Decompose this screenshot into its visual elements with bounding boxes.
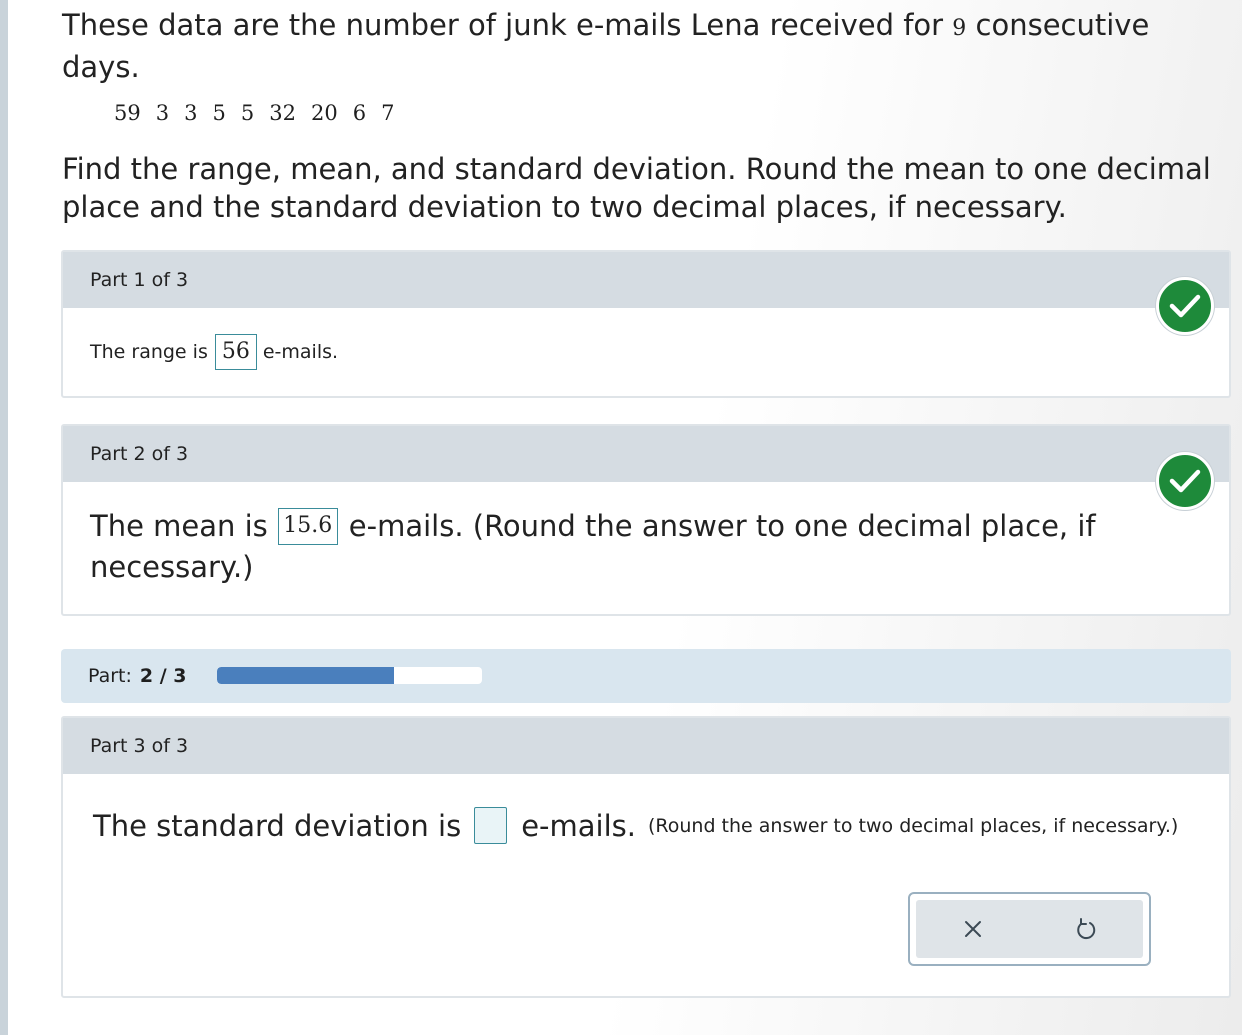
part-1-header: Part 1 of 3 — [63, 252, 1229, 308]
part-1-suffix: e-mails. — [262, 341, 339, 363]
part-2-check-icon — [1156, 452, 1214, 510]
part-2-card: Part 2 of 3 The mean is 15.6 e-mails. (R… — [61, 424, 1231, 616]
part-1-check-icon — [1156, 277, 1214, 335]
answer-tools-panel — [916, 900, 1143, 958]
part-3-prefix: The standard deviation is — [93, 808, 462, 843]
left-rail — [0, 0, 8, 1035]
part-2-body: The mean is 15.6 e-mails. (Round the ans… — [63, 482, 1229, 588]
data-value: 6 — [352, 101, 367, 125]
answer-tools — [908, 892, 1151, 966]
progress-fill — [217, 667, 394, 684]
data-value: 32 — [269, 101, 296, 125]
part-2-prefix: The mean is — [90, 509, 268, 543]
data-value: 3 — [155, 101, 170, 125]
data-value: 3 — [184, 101, 198, 125]
mean-answer-box[interactable]: 15.6 — [277, 508, 338, 545]
data-values: 59 3 3 5 5 32 20 6 7 — [114, 101, 409, 125]
range-answer-box[interactable]: 56 — [214, 334, 257, 370]
question-text-before: These data are the number of junk e-mail… — [62, 8, 944, 42]
part-1-prefix: The range is — [90, 341, 208, 363]
progress-value: 2 / 3 — [139, 665, 187, 687]
undo-icon[interactable] — [1066, 909, 1106, 949]
question-text: These data are the number of junk e-mail… — [62, 6, 1232, 86]
part-3-body: The standard deviation is e-mails. (Roun… — [63, 774, 1229, 844]
data-value: 7 — [381, 101, 395, 125]
part-3-suffix: e-mails. — [521, 808, 636, 843]
part-2-header: Part 2 of 3 — [63, 426, 1229, 482]
progress-label: Part: — [88, 665, 132, 687]
part-3-note: (Round the answer to two decimal places,… — [647, 814, 1179, 837]
data-value: 5 — [240, 101, 255, 125]
part-2-suffix: e-mails. (Round the answer to one decima… — [348, 509, 1096, 543]
part-1-card: Part 1 of 3 The range is 56 e-mails. — [61, 250, 1231, 398]
data-value: 5 — [212, 101, 226, 125]
part-progress: Part: 2 / 3 — [61, 649, 1231, 703]
data-value: 20 — [310, 101, 338, 125]
close-icon[interactable] — [953, 909, 993, 949]
data-value: 59 — [114, 101, 141, 125]
instructions: Find the range, mean, and standard devia… — [62, 152, 1211, 224]
progress-track — [217, 667, 482, 684]
day-count: 9 — [952, 16, 967, 41]
std-dev-input[interactable] — [474, 807, 508, 844]
part-1-body: The range is 56 e-mails. — [63, 308, 1229, 370]
part-3-header: Part 3 of 3 — [63, 718, 1229, 774]
part-2-suffix-line-2: necessary.) — [90, 550, 254, 584]
